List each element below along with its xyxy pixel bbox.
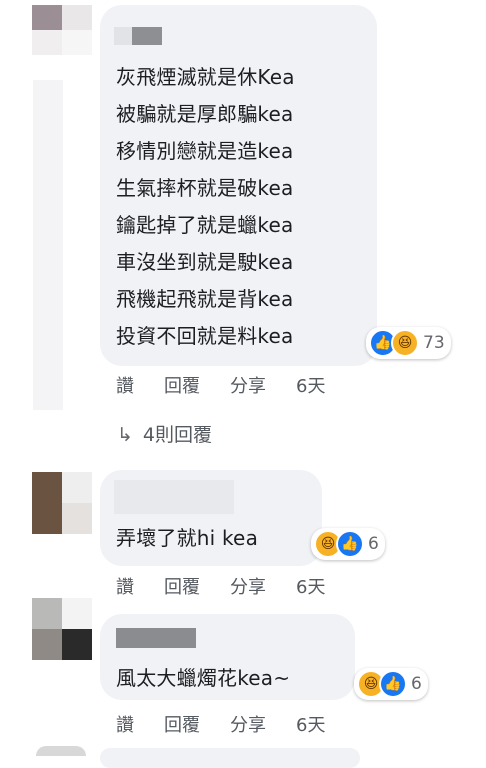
- comment-actions: 讚 回覆 分享 6天: [116, 711, 325, 737]
- comment-bubble: 弄壞了就hi kea: [100, 470, 322, 566]
- like-icon: 👍: [379, 670, 407, 698]
- haha-icon: 😆: [391, 329, 419, 357]
- reaction-count: 73: [423, 333, 445, 353]
- timestamp[interactable]: 6天: [296, 573, 325, 599]
- avatar[interactable]: [36, 746, 86, 756]
- share-button[interactable]: 分享: [230, 711, 266, 737]
- reaction-count: 6: [411, 674, 422, 694]
- author-name-redacted[interactable]: [114, 27, 132, 45]
- reply-arrow-icon: ↳: [117, 424, 133, 446]
- avatar[interactable]: [32, 5, 92, 55]
- comment-bubble: [100, 748, 360, 768]
- view-replies-link[interactable]: ↳ 4則回覆: [117, 420, 212, 447]
- reaction-summary[interactable]: 😆 👍 6: [354, 668, 428, 700]
- like-button[interactable]: 讚: [116, 372, 134, 398]
- reply-button[interactable]: 回覆: [164, 372, 200, 398]
- author-name-redacted[interactable]: [132, 27, 162, 45]
- share-button[interactable]: 分享: [230, 372, 266, 398]
- timestamp[interactable]: 6天: [296, 711, 325, 737]
- timestamp[interactable]: 6天: [296, 372, 325, 398]
- comment-line: 飛機起飛就是背kea: [116, 287, 294, 311]
- reaction-summary[interactable]: 😆 👍 6: [311, 528, 385, 560]
- comment-line: 弄壞了就hi kea: [116, 526, 259, 550]
- comment-line: 風太大蠟燭花kea~: [116, 666, 291, 690]
- comment-line: 被騙就是厚郎騙kea: [116, 102, 294, 126]
- comment-line: 灰飛煙滅就是休Kea: [116, 65, 295, 89]
- comment-actions: 讚 回覆 分享 6天: [116, 372, 325, 398]
- like-button[interactable]: 讚: [116, 711, 134, 737]
- comment-bubble: 風太大蠟燭花kea~: [100, 614, 355, 700]
- avatar[interactable]: [32, 598, 92, 660]
- comment-bubble: 灰飛煙滅就是休Kea 被騙就是厚郎騙kea 移情別戀就是造kea 生氣摔杯就是破…: [100, 5, 377, 366]
- avatar[interactable]: [32, 472, 92, 534]
- reaction-summary[interactable]: 👍 😆 73: [366, 327, 451, 359]
- comment-line: 車沒坐到就是駛kea: [116, 250, 294, 274]
- reply-button[interactable]: 回覆: [164, 711, 200, 737]
- replies-count: 4則回覆: [142, 424, 213, 446]
- comment-line: 生氣摔杯就是破kea: [116, 176, 294, 200]
- reaction-count: 6: [368, 534, 379, 554]
- author-name-redacted[interactable]: [116, 628, 196, 648]
- comment-line: 投資不回就是料kea: [116, 324, 294, 348]
- reply-button[interactable]: 回覆: [164, 573, 200, 599]
- share-button[interactable]: 分享: [230, 573, 266, 599]
- like-button[interactable]: 讚: [116, 573, 134, 599]
- comment-line: 鑰匙掉了就是蠟kea: [116, 213, 294, 237]
- like-icon: 👍: [336, 530, 364, 558]
- author-name-redacted[interactable]: [114, 480, 234, 514]
- comment-actions: 讚 回覆 分享 6天: [116, 573, 325, 599]
- comment-line: 移情別戀就是造kea: [116, 139, 294, 163]
- thread-line: [33, 80, 63, 410]
